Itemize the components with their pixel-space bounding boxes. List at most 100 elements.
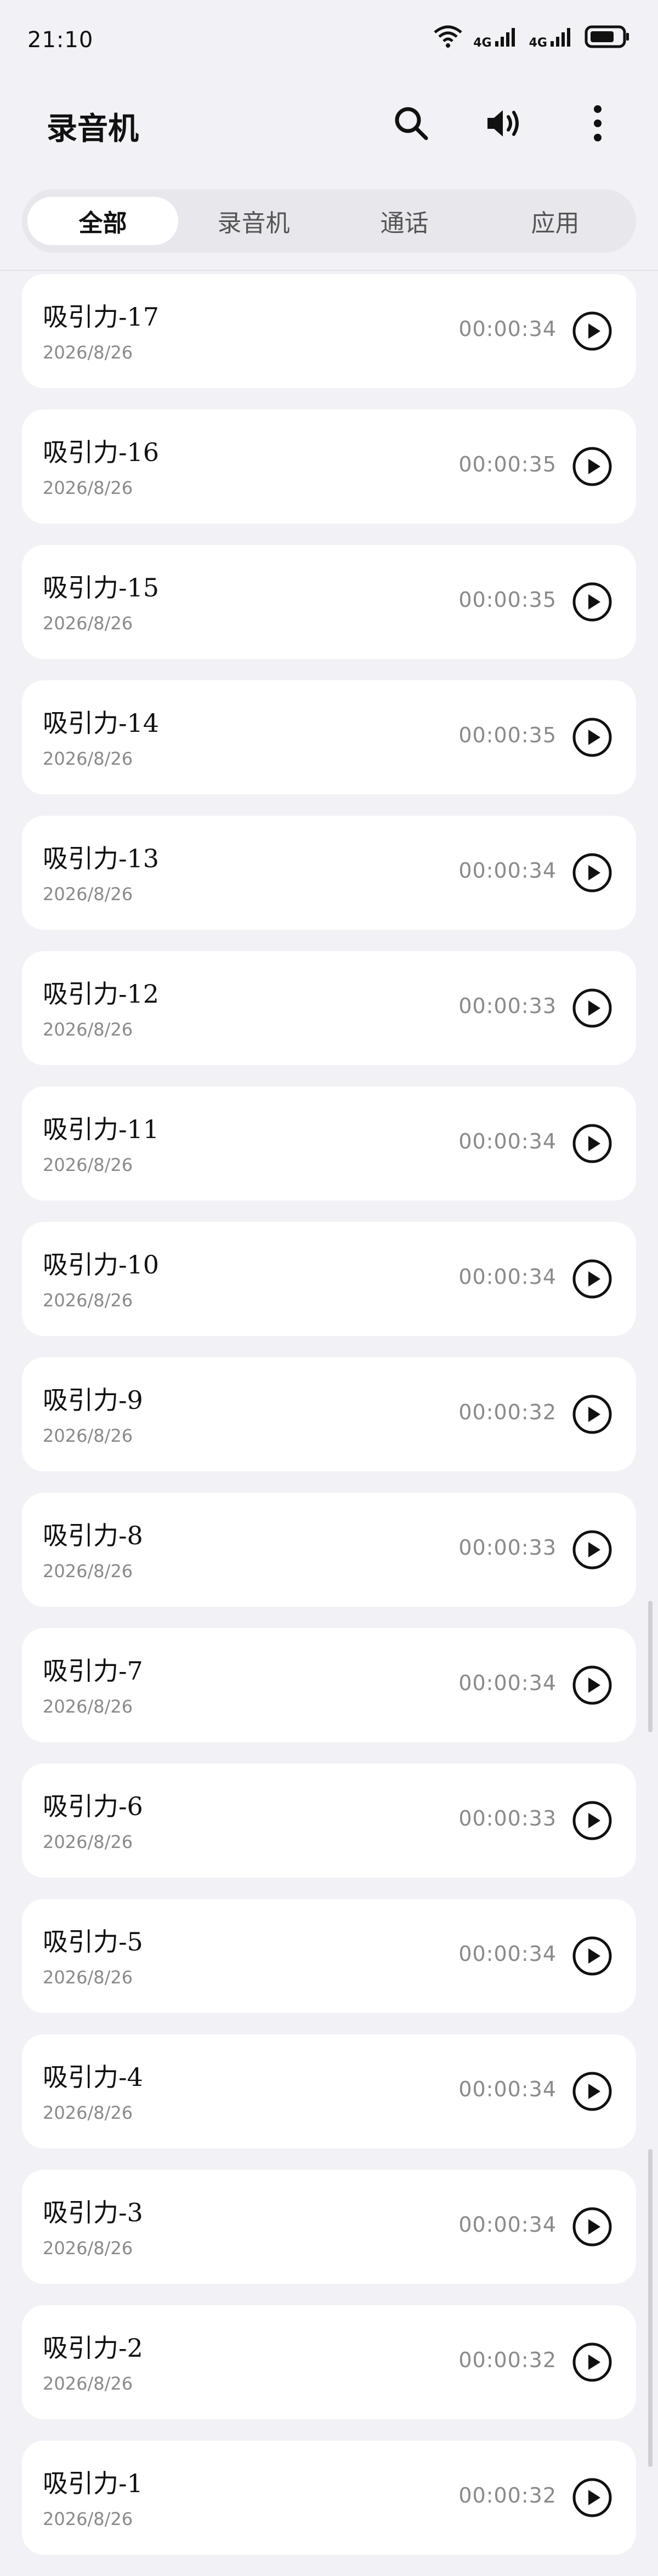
status-bar: 21:10 4G 4G xyxy=(0,0,658,82)
signal-group-1: 4G xyxy=(473,26,519,50)
play-icon[interactable] xyxy=(571,987,613,1029)
recording-row[interactable]: 吸引力-16 2026/8/26 00:00:35 xyxy=(22,410,636,524)
play-icon[interactable] xyxy=(571,1664,613,1706)
app-header: 录音机 xyxy=(0,82,658,164)
play-icon[interactable] xyxy=(571,2206,613,2248)
speaker-icon[interactable] xyxy=(483,101,526,145)
tab-recorder[interactable]: 录音机 xyxy=(178,197,329,245)
scrollbar-thumb[interactable] xyxy=(648,1601,653,1732)
play-icon[interactable] xyxy=(571,852,613,894)
tab-calls[interactable]: 通话 xyxy=(329,197,480,245)
recording-name: 吸引力-17 xyxy=(43,302,160,332)
recording-date: 2026/8/26 xyxy=(43,1019,133,1040)
recording-name: 吸引力-6 xyxy=(43,1792,143,1821)
recording-duration: 00:00:35 xyxy=(458,723,557,747)
recording-date: 2026/8/26 xyxy=(43,1155,133,1175)
recording-row[interactable]: 吸引力-8 2026/8/26 00:00:33 xyxy=(22,1493,636,1607)
signal-group-2: 4G xyxy=(529,26,575,50)
battery-icon xyxy=(585,25,631,50)
recording-row[interactable]: 吸引力-1 2026/8/26 00:00:32 xyxy=(22,2441,636,2555)
recording-name: 吸引力-1 xyxy=(43,2469,143,2498)
recording-row[interactable]: 吸引力-13 2026/8/26 00:00:34 xyxy=(22,816,636,930)
play-icon[interactable] xyxy=(571,1529,613,1571)
category-tabs: 全部 录音机 通话 应用 xyxy=(22,189,636,253)
recording-date: 2026/8/26 xyxy=(43,477,133,498)
recording-row[interactable]: 吸引力-11 2026/8/26 00:00:34 xyxy=(22,1087,636,1201)
recording-date: 2026/8/26 xyxy=(43,2238,133,2259)
recording-duration: 00:00:34 xyxy=(458,1671,557,1695)
recording-name: 吸引力-7 xyxy=(43,1656,143,1686)
recording-row[interactable]: 吸引力-2 2026/8/26 00:00:32 xyxy=(22,2305,636,2419)
network-label-1: 4G xyxy=(473,36,492,50)
play-icon[interactable] xyxy=(571,310,613,352)
recording-name: 吸引力-13 xyxy=(43,844,160,873)
recording-date: 2026/8/26 xyxy=(43,2509,133,2529)
play-icon[interactable] xyxy=(571,2341,613,2383)
tab-apps[interactable]: 应用 xyxy=(480,197,631,245)
recording-date: 2026/8/26 xyxy=(43,884,133,905)
recording-duration: 00:00:32 xyxy=(458,2348,557,2372)
play-icon[interactable] xyxy=(571,446,613,487)
recording-duration: 00:00:32 xyxy=(458,2483,557,2507)
recording-row[interactable]: 吸引力-10 2026/8/26 00:00:34 xyxy=(22,1222,636,1336)
recording-name: 吸引力-16 xyxy=(43,437,160,467)
recording-date: 2026/8/26 xyxy=(43,1832,133,1852)
recording-name: 吸引力-4 xyxy=(43,2062,143,2092)
recording-name: 吸引力-14 xyxy=(43,708,160,738)
recording-name: 吸引力-2 xyxy=(43,2333,143,2363)
recording-row[interactable]: 吸引力-15 2026/8/26 00:00:35 xyxy=(22,545,636,659)
recording-name: 吸引力-15 xyxy=(43,573,160,602)
recording-row[interactable]: 吸引力-7 2026/8/26 00:00:34 xyxy=(22,1628,636,1742)
recording-duration: 00:00:33 xyxy=(458,1806,557,1830)
header-actions xyxy=(389,101,620,145)
recording-name: 吸引力-10 xyxy=(43,1250,160,1280)
recording-list: 吸引力-17 2026/8/26 00:00:34 吸引力-16 2026/8/… xyxy=(22,274,636,2576)
recording-duration: 00:00:34 xyxy=(458,317,557,341)
signal-icon xyxy=(549,26,575,50)
play-icon[interactable] xyxy=(571,581,613,623)
recording-duration: 00:00:34 xyxy=(458,1129,557,1153)
play-icon[interactable] xyxy=(571,1935,613,1977)
recording-row[interactable]: 吸引力-6 2026/8/26 00:00:33 xyxy=(22,1764,636,1878)
recording-row[interactable]: 吸引力-4 2026/8/26 00:00:34 xyxy=(22,2034,636,2148)
search-icon[interactable] xyxy=(389,101,433,145)
recording-row[interactable]: 吸引力-5 2026/8/26 00:00:34 xyxy=(22,1899,636,2013)
recording-row[interactable]: 吸引力-9 2026/8/26 00:00:32 xyxy=(22,1357,636,1471)
recording-row[interactable]: 吸引力-3 2026/8/26 00:00:34 xyxy=(22,2170,636,2284)
network-label-2: 4G xyxy=(529,36,547,50)
play-icon[interactable] xyxy=(571,1800,613,1841)
recording-row[interactable]: 吸引力-12 2026/8/26 00:00:33 xyxy=(22,951,636,1065)
recording-date: 2026/8/26 xyxy=(43,1967,133,1988)
recording-duration: 00:00:34 xyxy=(458,2077,557,2101)
play-icon[interactable] xyxy=(571,1394,613,1435)
play-icon[interactable] xyxy=(571,1123,613,1164)
tab-all[interactable]: 全部 xyxy=(27,197,178,245)
recording-duration: 00:00:33 xyxy=(458,994,557,1018)
play-icon[interactable] xyxy=(571,2477,613,2518)
play-icon[interactable] xyxy=(571,1258,613,1300)
wifi-icon xyxy=(433,25,463,51)
recording-date: 2026/8/26 xyxy=(43,2102,133,2123)
recording-duration: 00:00:32 xyxy=(458,1400,557,1424)
recording-duration: 00:00:34 xyxy=(458,858,557,883)
play-icon[interactable] xyxy=(571,2071,613,2112)
recording-name: 吸引力-5 xyxy=(43,1927,143,1957)
more-vert-icon[interactable] xyxy=(576,101,620,145)
play-icon[interactable] xyxy=(571,716,613,758)
recording-date: 2026/8/26 xyxy=(43,1696,133,1717)
recording-date: 2026/8/26 xyxy=(43,748,133,769)
recording-name: 吸引力-9 xyxy=(43,1385,143,1415)
recording-date: 2026/8/26 xyxy=(43,2373,133,2394)
recording-row[interactable]: 吸引力-14 2026/8/26 00:00:35 xyxy=(22,680,636,794)
recording-date: 2026/8/26 xyxy=(43,1290,133,1311)
recording-duration: 00:00:34 xyxy=(458,1265,557,1289)
recording-duration: 00:00:35 xyxy=(458,588,557,612)
recording-name: 吸引力-11 xyxy=(43,1114,160,1144)
scrollbar-thumb-lower[interactable] xyxy=(648,2149,653,2467)
page-title: 录音机 xyxy=(47,111,139,147)
status-time: 21:10 xyxy=(27,27,94,53)
recording-row[interactable]: 吸引力-17 2026/8/26 00:00:34 xyxy=(22,274,636,388)
status-icons: 4G 4G xyxy=(433,25,631,51)
recording-name: 吸引力-8 xyxy=(43,1521,143,1550)
recording-duration: 00:00:35 xyxy=(458,452,557,476)
